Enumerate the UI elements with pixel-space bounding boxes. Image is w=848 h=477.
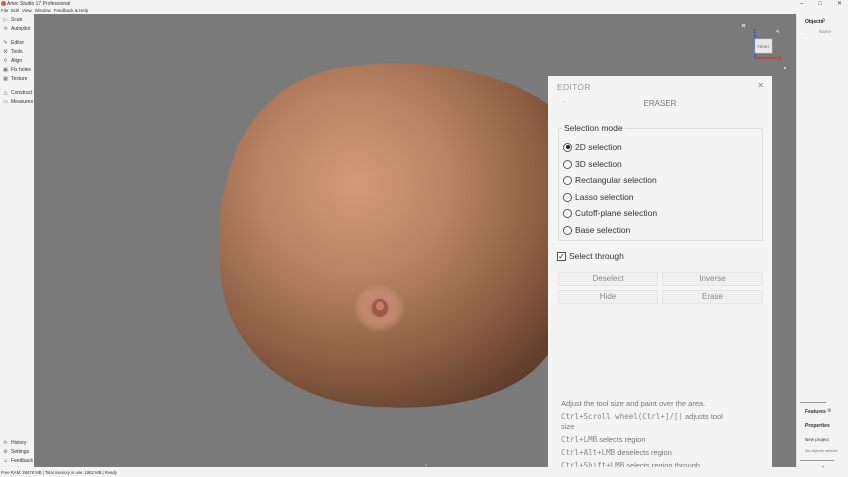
divider	[800, 460, 834, 461]
radio-base-selection[interactable]: Base selection	[563, 225, 661, 235]
properties-title: Properties	[805, 423, 830, 429]
tools-icon: ⚒	[3, 48, 8, 55]
inverse-button[interactable]: Inverse	[662, 272, 763, 286]
radio-icon[interactable]	[563, 225, 572, 235]
sidebar-item-autopilot[interactable]: ⟲ Autopilot	[0, 24, 34, 33]
settings-icon: ⚙	[3, 448, 8, 455]
align-icon: ⚲	[3, 57, 8, 64]
sidebar-item-settings[interactable]: ⚙ Settings	[0, 447, 34, 456]
radio-2d-selection[interactable]: 2D selection	[563, 142, 661, 152]
texture-icon: ▦	[3, 75, 8, 82]
close-icon[interactable]: ✕	[757, 81, 764, 90]
sidebar-item-scan[interactable]: ▷ Scan	[0, 15, 34, 24]
measures-icon: ▭	[3, 98, 8, 105]
sidebar-item-align[interactable]: ⚲ Align	[0, 56, 34, 65]
minimize-button[interactable]: –	[800, 0, 803, 8]
radio-icon[interactable]	[563, 175, 572, 185]
sidebar-item-feedback[interactable]: ☺ Feedback	[0, 456, 34, 465]
radio-icon[interactable]	[563, 159, 572, 169]
sidebar-item-editor[interactable]: ✎ Editor	[0, 38, 34, 47]
deselect-button[interactable]: Deselect	[558, 272, 658, 286]
no-objects-selected-label: No objects selecte	[805, 448, 838, 453]
help-text-3: Ctrl+LMB selects region	[561, 435, 646, 444]
help-text-4: Ctrl+Alt+LMB deselects region	[561, 448, 672, 457]
sort-arrow-icon[interactable]: ←	[803, 29, 807, 34]
history-icon: ⟳	[3, 439, 8, 446]
features-title: Features	[805, 409, 826, 415]
app-logo-icon	[1, 1, 6, 6]
radio-icon[interactable]	[563, 192, 572, 202]
sidebar-item-texture[interactable]: ▦ Texture	[0, 74, 34, 83]
checkbox-icon[interactable]: ✓	[557, 251, 566, 261]
left-sidebar: ▷ Scan ⟲ Autopilot ✎ Editor ⚒ Tools ⚲ Align ▣…	[0, 14, 34, 468]
help-text-1: Adjust the tool size and paint over the …	[561, 399, 706, 408]
selection-mode-label: Selection mode	[562, 123, 625, 133]
view-cube-face-label[interactable]: FRONT	[758, 45, 770, 49]
editor-icon: ✎	[3, 39, 8, 46]
radio-icon[interactable]	[563, 142, 572, 152]
status-bar: Free RAM: 28478 MB | Total memory in use…	[0, 469, 848, 477]
tool-title: ERASER	[643, 99, 677, 108]
erase-button[interactable]: Erase	[662, 290, 763, 304]
sidebar-item-tools[interactable]: ⚒ Tools	[0, 47, 34, 56]
radio-rectangular-selection[interactable]: Rectangular selection	[563, 175, 661, 185]
autopilot-icon: ⟲	[3, 25, 8, 32]
selection-mode-group: Selection mode 2D selection 3D selection…	[558, 123, 763, 241]
select-through-checkbox[interactable]: ✓ Select through	[557, 251, 624, 261]
gear-icon[interactable]: ⚙	[821, 18, 825, 24]
name-column-header[interactable]: Name	[819, 29, 831, 34]
scan-icon: ▷	[3, 16, 8, 23]
window-title: Artec Studio 17 Professional	[7, 1, 71, 7]
radio-cutoff-plane-selection[interactable]: Cutoff-plane selection	[563, 208, 661, 218]
radio-lasso-selection[interactable]: Lasso selection	[563, 192, 661, 202]
title-bar: Artec Studio 17 Professional – □ ✕	[0, 0, 848, 8]
new-project-label: New project	[805, 437, 829, 442]
sidebar-item-measures[interactable]: ▭ Measures	[0, 97, 34, 106]
fix-holes-icon: ▣	[3, 66, 8, 73]
view-cube[interactable]: FRONT Z X	[738, 20, 790, 72]
maximize-button[interactable]: □	[818, 0, 822, 8]
x-axis-label: X	[778, 56, 782, 62]
sidebar-item-history[interactable]: ⟳ History	[0, 438, 34, 447]
window-controls: – □ ✕	[800, 0, 842, 8]
feedback-icon: ☺	[3, 457, 9, 464]
right-panel: Objects ⚙ ← Name Features ⚙ Properties N…	[796, 14, 848, 477]
help-text-2: Ctrl+Scroll wheel(Ctrl+]/[) adjusts tool	[561, 412, 723, 421]
editor-panel: EDITOR ✕ ← ERASER Selection mode 2D sele…	[548, 76, 772, 477]
construct-icon: △	[3, 89, 8, 96]
editor-header: EDITOR	[557, 82, 591, 92]
close-button[interactable]: ✕	[837, 0, 842, 8]
radio-icon[interactable]	[563, 208, 572, 218]
help-text-2-cont: size	[561, 422, 575, 431]
divider	[800, 402, 826, 403]
sidebar-item-construct[interactable]: △ Construct	[0, 88, 34, 97]
hide-button[interactable]: Hide	[558, 290, 658, 304]
z-axis-label: Z	[753, 29, 756, 35]
gear-icon[interactable]: ⚙	[827, 408, 831, 414]
sidebar-item-fix-holes[interactable]: ▣ Fix holes	[0, 65, 34, 74]
radio-3d-selection[interactable]: 3D selection	[563, 159, 661, 169]
